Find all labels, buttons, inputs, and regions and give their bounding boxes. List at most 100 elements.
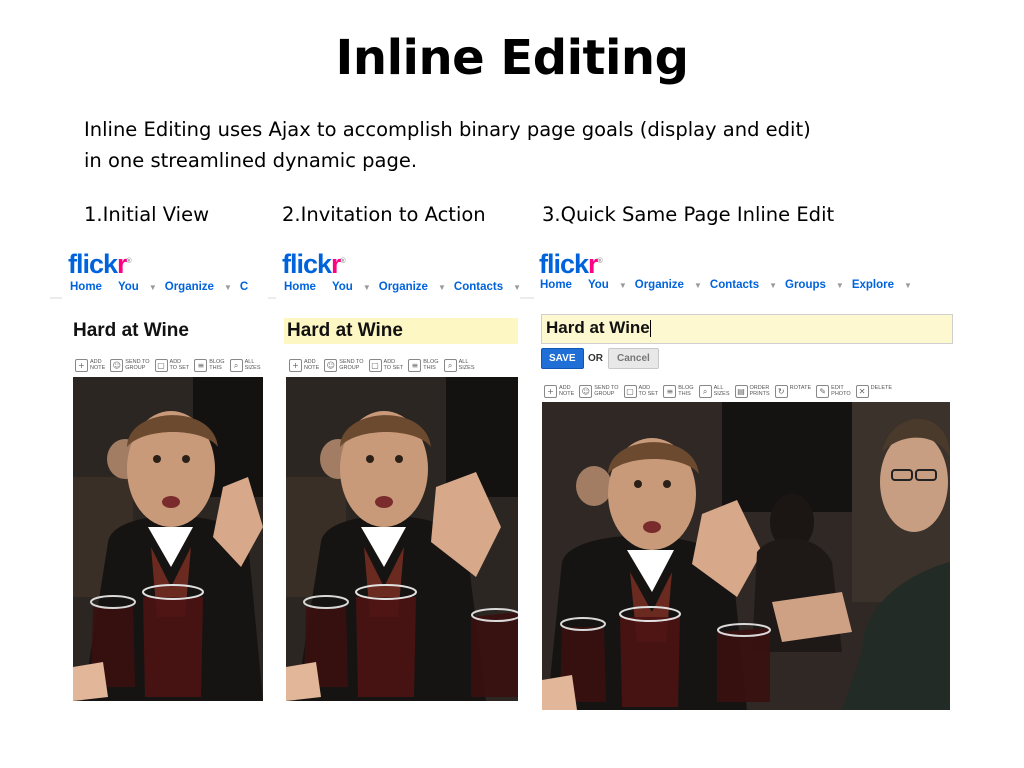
- nav-item-contacts[interactable]: Contacts: [454, 281, 503, 293]
- all-sizes-icon: ⌕: [698, 385, 712, 398]
- nav-item-explore[interactable]: Explore: [852, 279, 894, 291]
- delete-button[interactable]: ✕ DELETE: [855, 384, 892, 400]
- panel-inline-edit: flickr® Home You ▼ Organize ▼ Contacts ▼ Groups…: [534, 246, 974, 712]
- toolbar-label: ROTATE: [789, 385, 812, 391]
- toolbar-label: SEND TO GROUP: [339, 359, 364, 371]
- chevron-down-icon[interactable]: ▼: [363, 283, 371, 292]
- toolbar-label: ADD NOTE: [90, 359, 106, 371]
- all-sizes-icon: ⌕: [443, 359, 457, 372]
- delete-icon: ✕: [855, 385, 869, 398]
- toolbar-label: ADD TO SET: [638, 385, 659, 397]
- send-to-group-button[interactable]: ☺ SEND TO GROUP: [324, 358, 364, 374]
- nav-item-home[interactable]: Home: [284, 281, 316, 293]
- panel-initial-view: flickr® Home You ▼ Organize ▼ C Hard at Wine …: [62, 246, 268, 706]
- text-cursor: [649, 320, 651, 338]
- blog-this-icon: ≡: [194, 359, 208, 372]
- blog-this-icon: ≡: [408, 359, 422, 372]
- photo-title-input[interactable]: Hard at Wine: [541, 314, 953, 344]
- panel-invitation: flickr® Home You ▼ Organize ▼ Contacts ▼ Hard …: [276, 246, 520, 706]
- step-label-inline-edit: 3.Quick Same Page Inline Edit: [542, 203, 835, 226]
- nav-item-you[interactable]: You: [588, 279, 609, 291]
- photo-toolbar: + ADD NOTE ☺ SEND TO GROUP ▢ ADD TO SET ≡ BLOG THIS…: [289, 358, 518, 374]
- photo-image: [73, 377, 263, 701]
- toolbar-label: ADD NOTE: [559, 385, 575, 397]
- toolbar-label: EDIT PHOTO: [831, 385, 851, 397]
- edit-photo-button[interactable]: ✎ EDIT PHOTO: [816, 384, 851, 400]
- add-note-button[interactable]: + ADD NOTE: [544, 384, 574, 400]
- toolbar-label: SEND TO GROUP: [125, 359, 150, 371]
- intro-text: Inline Editing uses Ajax to accomplish b…: [84, 114, 884, 176]
- chevron-down-icon[interactable]: ▼: [149, 283, 157, 292]
- nav-item-home[interactable]: Home: [540, 279, 572, 291]
- order-prints-icon: ▤: [734, 385, 748, 398]
- toolbar-label: ORDER PRINTS: [749, 385, 770, 397]
- nav-item-organize[interactable]: Organize: [165, 281, 214, 293]
- nav-item-contacts[interactable]: Contacts: [710, 279, 759, 291]
- all-sizes-button[interactable]: ⌕ ALL SIZES: [698, 384, 730, 400]
- toolbar-label: ADD TO SET: [169, 359, 190, 371]
- add-to-set-button[interactable]: ▢ ADD TO SET: [368, 358, 404, 374]
- all-sizes-icon: ⌕: [229, 359, 243, 372]
- add-to-set-button[interactable]: ▢ ADD TO SET: [154, 358, 190, 374]
- add-note-button[interactable]: + ADD NOTE: [75, 358, 105, 374]
- intro-line-1: Inline Editing uses Ajax to accomplish b…: [84, 118, 811, 141]
- add-to-set-icon: ▢: [368, 359, 382, 372]
- photo-title[interactable]: Hard at Wine: [70, 318, 192, 344]
- slide-title: Inline Editing: [335, 30, 689, 86]
- chevron-down-icon[interactable]: ▼: [836, 281, 844, 290]
- toolbar-label: ADD TO SET: [383, 359, 404, 371]
- toolbar-label: BLOG THIS: [423, 359, 439, 371]
- blog-this-button[interactable]: ≡ BLOG THIS: [194, 358, 225, 374]
- add-note-icon: +: [75, 359, 88, 372]
- nav-item-you[interactable]: You: [332, 281, 353, 293]
- all-sizes-button[interactable]: ⌕ ALL SIZES: [443, 358, 475, 374]
- intro-line-2: in one streamlined dynamic page.: [84, 149, 418, 172]
- cancel-button[interactable]: Cancel: [608, 348, 659, 369]
- flickr-nav: Home You ▼ Organize ▼ C: [70, 281, 252, 293]
- nav-item-you[interactable]: You: [118, 281, 139, 293]
- toolbar-label: BLOG THIS: [678, 385, 694, 397]
- send-to-group-icon: ☺: [579, 385, 593, 398]
- send-to-group-button[interactable]: ☺ SEND TO GROUP: [110, 358, 150, 374]
- save-button[interactable]: SAVE: [541, 348, 584, 369]
- rotate-icon: ↻: [774, 385, 788, 398]
- flickr-logo[interactable]: flickr®: [539, 251, 603, 278]
- step-label-initial-view: 1.Initial View: [84, 203, 210, 226]
- order-prints-button[interactable]: ▤ ORDER PRINTS: [734, 384, 770, 400]
- nav-item-organize[interactable]: Organize: [379, 281, 428, 293]
- photo-image: [286, 377, 518, 701]
- nav-item-groups[interactable]: Groups: [785, 279, 826, 291]
- flickr-logo[interactable]: flickr®: [68, 251, 132, 278]
- add-note-icon: +: [544, 385, 557, 398]
- toolbar-label: ALL SIZES: [458, 359, 475, 371]
- chevron-down-icon[interactable]: ▼: [904, 281, 912, 290]
- chevron-down-icon[interactable]: ▼: [694, 281, 702, 290]
- chevron-down-icon[interactable]: ▼: [438, 283, 446, 292]
- or-label: OR: [588, 353, 603, 364]
- nav-item-organize[interactable]: Organize: [635, 279, 684, 291]
- chevron-down-icon[interactable]: ▼: [619, 281, 627, 290]
- flickr-logo[interactable]: flickr®: [282, 251, 346, 278]
- nav-item-c[interactable]: C: [240, 281, 248, 293]
- photo-image: [542, 402, 950, 710]
- all-sizes-button[interactable]: ⌕ ALL SIZES: [229, 358, 261, 374]
- flickr-nav: Home You ▼ Organize ▼ Contacts ▼ Groups ▼ Explore…: [540, 279, 920, 291]
- photo-toolbar: + ADD NOTE ☺ SEND TO GROUP ▢ ADD TO SET ≡ BLOG THIS…: [75, 358, 265, 374]
- photo-title-hover[interactable]: Hard at Wine: [284, 318, 518, 344]
- send-to-group-icon: ☺: [110, 359, 124, 372]
- blog-this-button[interactable]: ≡ BLOG THIS: [408, 358, 439, 374]
- step-label-invitation: 2.Invitation to Action: [282, 203, 486, 226]
- chevron-down-icon[interactable]: ▼: [769, 281, 777, 290]
- add-to-set-button[interactable]: ▢ ADD TO SET: [623, 384, 659, 400]
- blog-this-button[interactable]: ≡ BLOG THIS: [663, 384, 694, 400]
- rotate-button[interactable]: ↻ ROTATE: [774, 384, 812, 400]
- toolbar-label: ADD NOTE: [304, 359, 320, 371]
- chevron-down-icon[interactable]: ▼: [513, 283, 520, 292]
- edit-photo-icon: ✎: [816, 385, 830, 398]
- send-to-group-button[interactable]: ☺ SEND TO GROUP: [579, 384, 619, 400]
- send-to-group-icon: ☺: [324, 359, 338, 372]
- toolbar-label: ALL SIZES: [244, 359, 261, 371]
- nav-item-home[interactable]: Home: [70, 281, 102, 293]
- chevron-down-icon[interactable]: ▼: [224, 283, 232, 292]
- add-note-button[interactable]: + ADD NOTE: [289, 358, 319, 374]
